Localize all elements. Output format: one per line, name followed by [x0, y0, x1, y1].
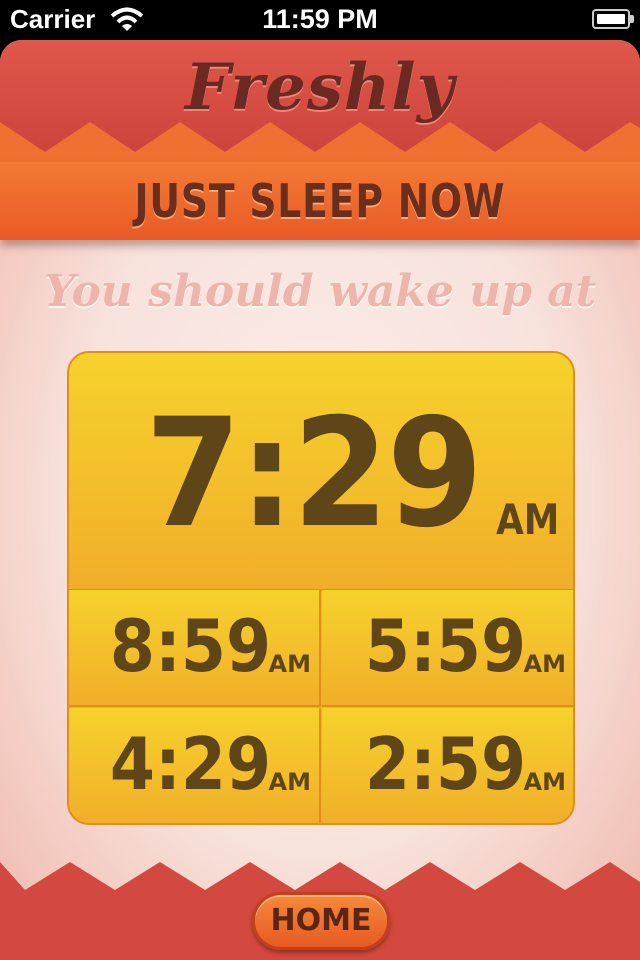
wake-time-option[interactable]: 5:59 AM	[322, 590, 573, 707]
home-button[interactable]: HOME	[252, 892, 390, 950]
status-time: 11:59 PM	[262, 4, 378, 34]
wake-time-option[interactable]: 4:29 AM	[69, 708, 321, 823]
status-bar: Carrier 11:59 PM	[0, 0, 640, 40]
app-logo: Freshly	[185, 50, 455, 125]
wake-time-option[interactable]: 2:59 AM	[322, 708, 573, 823]
wake-time-primary[interactable]: 7:29 AM	[69, 353, 573, 591]
app-container: Freshly JUST SLEEP NOW You should wake u…	[0, 40, 640, 960]
wake-time-value: 5:59	[364, 604, 526, 688]
wake-time-primary-value: 7:29	[145, 387, 483, 561]
wake-up-heading: You should wake up at	[43, 266, 597, 317]
zigzag-divider	[0, 122, 640, 162]
wake-time-ampm: AM	[268, 650, 311, 678]
wake-time-option[interactable]: 8:59 AM	[69, 590, 321, 707]
wake-time-ampm: AM	[523, 650, 566, 678]
wake-time-value: 2:59	[364, 722, 526, 806]
app-screen: Freshly JUST SLEEP NOW You should wake u…	[0, 40, 640, 960]
wake-time-primary-ampm: AM	[495, 495, 559, 544]
sleep-now-bar: JUST SLEEP NOW	[0, 162, 640, 240]
battery-icon	[592, 9, 634, 29]
header: Freshly JUST SLEEP NOW	[0, 40, 640, 240]
wake-time-value: 8:59	[109, 604, 271, 688]
wake-time-value: 4:29	[109, 722, 271, 806]
wake-times-card: 7:29 AM 8:59 AM 5:59 AM 4:29 AM 2:59 AM	[67, 351, 575, 825]
just-sleep-now-button[interactable]: JUST SLEEP NOW	[58, 162, 583, 240]
wake-time-ampm: AM	[268, 768, 311, 796]
wake-time-ampm: AM	[523, 768, 566, 796]
